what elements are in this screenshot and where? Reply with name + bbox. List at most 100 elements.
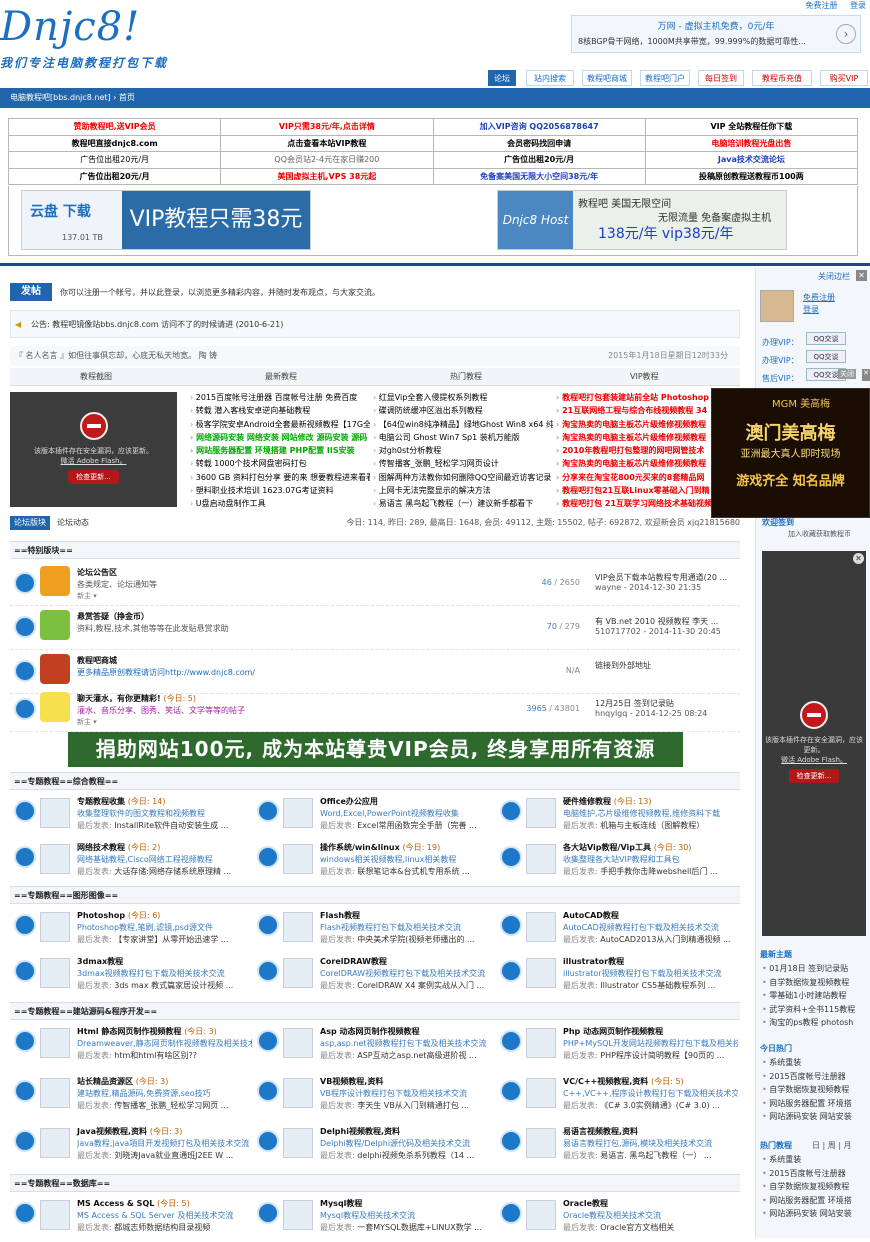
check-update-button[interactable]: 检查更新... [788,769,840,783]
forum-title[interactable]: Office办公应用 [320,796,378,807]
nav-portal[interactable]: 教程吧门户 [640,70,690,86]
list-item[interactable]: 教程吧打包套装建站前全站 Photoshop [556,391,711,404]
forum-title[interactable]: 论坛公告区 [77,567,117,578]
ad-cell[interactable]: 教程吧直接dnjc8.com [7,134,222,152]
forum-title[interactable]: 教程吧商城 [77,655,117,666]
ad-cell[interactable]: Java技术交流论坛 [644,151,859,169]
forum-title[interactable]: MS Access & SQL (今日: 5) [77,1198,190,1209]
header-ad[interactable]: 万网 - 虚拟主机免费，0元/年 8核BGP骨干网络，1000M共享带宽，99.… [571,15,861,53]
ad-cell[interactable]: 投稿原创教程送教程币100两 [644,167,859,185]
list-item[interactable]: 分享来在淘宝花800元买来的8套精品网 [556,471,711,484]
forum-cell[interactable]: Photoshop (今日: 6) Photoshop教程,笔刷,滤镜,psd源文… [10,910,252,954]
list-item[interactable]: 淘宝的ps教程 photosh [762,1016,855,1030]
forum-title[interactable]: Delphi视频教程,资料 [320,1126,400,1137]
forum-moderator[interactable]: 新主 ▾ [77,591,97,601]
ad-cell[interactable]: 美国虚拟主机,VPS 38元起 [220,167,434,185]
nav-shop[interactable]: 教程吧商城 [582,70,632,86]
forum-last-post[interactable]: 最后发表: ASP互动之asp.net高级进阶视 ... [320,1050,495,1061]
forum-title[interactable]: Php 动态网页制作视频教程 [563,1026,663,1037]
ad-cell[interactable]: 赞助教程吧,送VIP会员 [7,118,222,136]
ad-cell[interactable]: QQ会员站2-4元在家日赚200 [220,151,434,169]
close-icon[interactable]: ✕ [853,553,864,564]
forum-last-post[interactable]: 最后发表: 3ds max 教式篇家居设计视频 ... [77,980,252,991]
flash-link[interactable]: 微活 Adobe Flash。 [10,456,177,466]
close-sidebar-link[interactable]: 关闭边栏 [818,271,850,282]
forum-cell[interactable]: CorelDRAW教程 CorelDRAW视频教程打包下载及相关技术交流 最后发表… [253,956,495,1000]
list-item[interactable]: 网站服务器配置 环境搭 [762,1097,852,1111]
collect-link[interactable]: 欢迎签到 [762,517,794,528]
forum-cell[interactable]: VC/C++视频教程,资料 (今日: 5) C++,VC++,程序设计教程打包下载… [496,1076,738,1120]
list-item[interactable]: 极客学院安卓Android全套最新视频教程【17G全 [190,418,370,431]
list-item[interactable]: 红显Vip全套入侵提权系列教程 [373,391,553,404]
list-item[interactable]: 系统重装 [762,1056,852,1070]
check-update-button[interactable]: 检查更新... [68,470,119,484]
register-link[interactable]: 免费注册 [805,1,837,10]
forum-last-post[interactable]: 最后发表: Oracle官方文档相关 [563,1222,738,1233]
nav-buy-vip[interactable]: 购买VIP [820,70,868,86]
forum-row[interactable]: 论坛公告区 各类规定、论坛通知等 新主 ▾ 46 / 2650 VIP会员下载本… [10,562,740,606]
breadcrumb[interactable]: 电脑教程吧[bbs.dnjc8.net] › 首页 [0,88,870,108]
forum-cell[interactable]: 网络技术教程 (今日: 2) 网络基础教程,Cisco网络工程视频教程 最后发表: … [10,842,252,886]
list-item[interactable]: 网站源码安装 网站安装 [762,1207,852,1221]
tab-forums[interactable]: 论坛版块 [10,516,50,530]
new-post-button[interactable]: 发帖 [10,283,52,301]
site-logo[interactable]: Dnjc8! [0,4,140,50]
list-item[interactable]: 自学数据恢复视频教程 [762,1083,852,1097]
forum-cell[interactable]: 站长精品资源区 (今日: 3) 建站教程,精品源码,免费资源,seo技巧 最后发表:… [10,1076,252,1120]
list-item[interactable]: 对gh0st分析教程 [373,444,553,457]
section-header[interactable]: ==专题教程==数据库== [10,1174,740,1192]
forum-last-post[interactable]: 12月25日 签到记录贴 hnqylgq - 2014-12-25 08:24 [595,698,740,718]
forum-title[interactable]: 悬赏答疑（挣金币） [77,611,149,622]
casino-ad[interactable]: MGM 美高梅 澳门美高梅 亚洲最大真人即时现场 游戏齐全 知名品牌 [711,388,870,518]
banner-host[interactable]: Dnjc8 Host 教程吧 美国无限空间 无限流量 免备案虚拟主机 138元/… [497,190,787,250]
list-item[interactable]: 淘宝热卖的电脑主板芯片级维修视频教程 [556,418,711,431]
forum-cell[interactable]: 专题教程收集 (今日: 14) 收集整理软件的图文教程和视频教程 最后发表: Ins… [10,796,252,840]
ad-cell[interactable]: 会员密码找回申请 [432,134,646,152]
forum-last-post[interactable]: 最后发表: 易语言. 黑鸟起飞教程（一） ... [563,1150,738,1161]
ad-cell[interactable]: 广告位出租20元/月 [7,151,222,169]
forum-title[interactable]: VC/C++视频教程,资料 (今日: 5) [563,1076,684,1087]
forum-last-post[interactable]: 最后发表: 都城志师数据结构目录视频 [77,1222,252,1233]
forum-cell[interactable]: 操作系统/win&linux (今日: 19) windows相关视频教程,lin… [253,842,495,886]
forum-last-post[interactable]: 最后发表: htm和html有啥区别?? [77,1050,252,1061]
close-icon[interactable]: ✕ [862,369,870,381]
ad-cell[interactable]: 广告位出租20元/月 [432,151,646,169]
forum-title[interactable]: 各大站Vip教程/Vip工具 (今日: 30) [563,842,691,853]
forum-cell[interactable]: Asp 动态网页制作视频教程 asp,asp.net视频教程打包下载及相关技术交… [253,1026,495,1070]
forum-last-post[interactable]: 最后发表: Illustrator CS5基础教程系列 ... [563,980,738,991]
list-item[interactable]: 教程吧打包21互联Linux零基础入门到精 [556,484,711,497]
forum-title[interactable]: 易语言视频教程,资料 [563,1126,638,1137]
forum-title[interactable]: Flash教程 [320,910,360,921]
forum-cell[interactable]: illustrator教程 illustrator视频教程打包下载及相关技术交流… [496,956,738,1000]
close-ad-link[interactable]: 关闭 [838,369,856,379]
forum-last-post[interactable]: 最后发表: InstallRite软件自动安装生成 ... [77,820,252,831]
nav-search[interactable]: 站内搜索 [526,70,574,86]
section-header[interactable]: ==专题教程==综合教程== [10,772,740,790]
list-item[interactable]: 淘宝热卖的电脑主板芯片级维修视频教程 [556,431,711,444]
forum-cell[interactable]: Office办公应用 Word,Excel,PowerPoint视频教程收集 最后… [253,796,495,840]
list-item[interactable]: 系统重装 [762,1153,852,1167]
forum-last-post[interactable]: 最后发表: 联想笔记本&台式机专用系统 ... [320,866,495,877]
forum-title[interactable]: 聊天灌水，有你更精彩! (今日: 5) [77,693,196,704]
forum-title[interactable]: VB视频教程,资料 [320,1076,383,1087]
list-item[interactable]: 塑料职业技术培训 1623.07G考证资料 [190,484,370,497]
forum-cell[interactable]: Mysql教程 Mysql教程及相关技术交流 最后发表: 一套MYSQL数据库+L… [253,1198,495,1242]
forum-cell[interactable]: Delphi视频教程,资料 Delphi教程/Delphi源代码及相关技术交流最… [253,1126,495,1170]
forum-last-post[interactable]: 最后发表: delphi视频免杀系列教程（14 ... [320,1150,495,1161]
forum-last-post[interactable]: 有 VB.net 2010 视频教程 李天 ... 510717702 - 201… [595,616,740,636]
list-item[interactable]: 2015百度帐号注册器 [762,1070,852,1084]
forum-title[interactable]: 硬件维修教程 (今日: 13) [563,796,651,807]
forum-cell[interactable]: Java视频教程,资料 (今日: 3) Java教程,java項目开发视频打包及相… [10,1126,252,1170]
forum-title[interactable]: 站长精品资源区 (今日: 3) [77,1076,168,1087]
list-item[interactable]: 网络源码安装 网络安装 网站修改 源码安装 源码 [190,431,370,444]
section-header[interactable]: ==专题教程==图形图像== [10,886,740,904]
forum-last-post[interactable]: 最后发表: 《C# 3.0实例精通》(C# 3.0) ... [563,1100,738,1111]
section-header[interactable]: ==特别版块== [10,541,740,559]
announcement-text[interactable]: 公告: 教程吧镜像站bbs.dnjc8.com 访问不了的时候请进 (2010-… [31,320,283,329]
list-item[interactable]: 自学数据恢复视频教程 [762,1180,852,1194]
list-item[interactable]: 3600 GB 资料打包分享 要的来 想要教程进来看看 [190,471,370,484]
ad-cell[interactable]: 广告位出租20元/月 [7,167,222,185]
side-register-link[interactable]: 免费注册 [803,292,835,304]
forum-title[interactable]: 专题教程收集 (今日: 14) [77,796,165,807]
forum-last-post[interactable]: 最后发表: 大话存储:网络存储系统原理精 ... [77,866,252,877]
